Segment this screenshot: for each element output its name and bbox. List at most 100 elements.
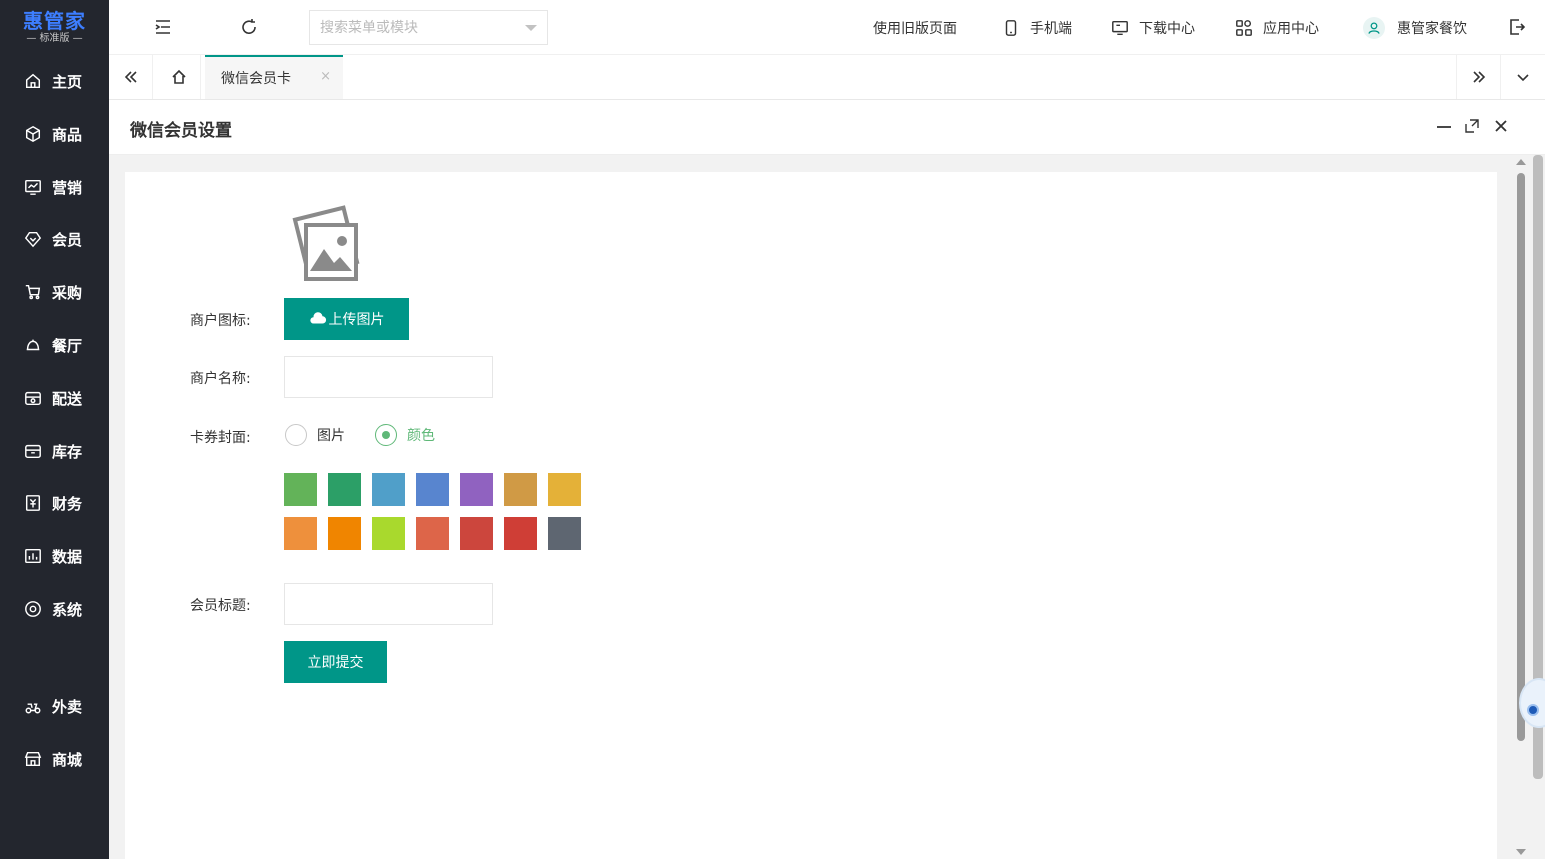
home-tab[interactable] bbox=[157, 55, 201, 99]
mobile-link[interactable]: 手机端 bbox=[1002, 0, 1072, 55]
shop-icon bbox=[24, 751, 42, 767]
color-swatch[interactable] bbox=[548, 517, 581, 550]
app-center-label: 应用中心 bbox=[1263, 20, 1319, 37]
menu-toggle-icon[interactable] bbox=[153, 17, 173, 37]
refresh-icon[interactable] bbox=[239, 17, 259, 37]
color-swatch[interactable] bbox=[460, 517, 493, 550]
sidebar-item-label: 系统 bbox=[52, 600, 83, 619]
upload-image-button[interactable]: 上传图片 bbox=[284, 298, 409, 340]
tabs-bar: 微信会员卡 × bbox=[109, 55, 1545, 100]
sidebar-item-members[interactable]: 会员 bbox=[0, 215, 109, 263]
tabs-scroll-left[interactable] bbox=[109, 55, 153, 99]
cloud-upload-icon bbox=[309, 312, 326, 324]
sidebar-item-label: 营销 bbox=[52, 178, 83, 197]
sidebar-item-delivery[interactable]: 配送 bbox=[0, 374, 109, 422]
old-version-label: 使用旧版页面 bbox=[873, 20, 957, 37]
sidebar-item-products[interactable]: 商品 bbox=[0, 110, 109, 158]
merchant-icon-label: 商户图标: bbox=[190, 313, 251, 329]
sidebar-item-system[interactable]: 系统 bbox=[0, 585, 109, 633]
logo-edition: — 标准版 — bbox=[26, 32, 83, 44]
cube-icon bbox=[25, 125, 41, 143]
member-title-label: 会员标题: bbox=[190, 598, 251, 614]
color-swatch[interactable] bbox=[416, 473, 449, 506]
member-title-input[interactable] bbox=[284, 583, 493, 625]
panel-header: 微信会员设置 bbox=[109, 100, 1545, 155]
cover-option-color[interactable]: 颜色 bbox=[375, 424, 435, 446]
page-scrollbar[interactable] bbox=[1531, 155, 1545, 859]
color-swatch[interactable] bbox=[416, 517, 449, 550]
sidebar-item-inventory[interactable]: 库存 bbox=[0, 427, 109, 475]
color-swatch[interactable] bbox=[460, 473, 493, 506]
download-center-label: 下载中心 bbox=[1139, 20, 1195, 37]
color-swatch[interactable] bbox=[504, 517, 537, 550]
minimize-icon[interactable] bbox=[1435, 117, 1453, 135]
sidebar-item-data[interactable]: 数据 bbox=[0, 532, 109, 580]
scroll-thumb[interactable] bbox=[1517, 173, 1525, 741]
color-swatch[interactable] bbox=[372, 517, 405, 550]
sidebar-item-finance[interactable]: 财务 bbox=[0, 479, 109, 527]
robot-eye bbox=[1527, 704, 1539, 716]
sidebar-item-label: 餐厅 bbox=[52, 336, 83, 355]
radio-circle bbox=[375, 424, 397, 446]
download-center-link[interactable]: 下载中心 bbox=[1111, 0, 1195, 55]
cover-label: 卡券封面: bbox=[190, 430, 251, 446]
sidebar: 惠管家 — 标准版 — 主页 商品 营销 会员 采购 餐厅 配送 库存 财务 数… bbox=[0, 0, 109, 859]
search-input[interactable] bbox=[310, 11, 510, 44]
sidebar-item-takeout[interactable]: 外卖 bbox=[0, 682, 109, 730]
double-chevron-left-icon bbox=[124, 71, 137, 83]
top-header: 使用旧版页面 手机端 下载中心 应用中心 惠管家餐饮 bbox=[109, 0, 1545, 55]
radio-circle bbox=[285, 424, 307, 446]
color-swatch[interactable] bbox=[328, 517, 361, 550]
sidebar-item-label: 商品 bbox=[52, 125, 83, 144]
submit-button[interactable]: 立即提交 bbox=[284, 641, 387, 683]
sidebar-item-label: 商城 bbox=[52, 750, 83, 769]
double-chevron-right-icon bbox=[1472, 71, 1485, 83]
chart-icon bbox=[25, 179, 41, 195]
mobile-label: 手机端 bbox=[1030, 20, 1072, 37]
color-swatch[interactable] bbox=[284, 473, 317, 506]
color-swatch[interactable] bbox=[504, 473, 537, 506]
sidebar-item-label: 库存 bbox=[52, 442, 83, 461]
app-center-link[interactable]: 应用中心 bbox=[1235, 0, 1319, 55]
phone-icon bbox=[1005, 19, 1017, 36]
scroll-up-arrow[interactable] bbox=[1516, 159, 1526, 165]
cover-option-image[interactable]: 图片 bbox=[285, 424, 345, 446]
merchant-name-label: 商户名称: bbox=[190, 371, 251, 387]
inner-scrollbar[interactable] bbox=[1513, 155, 1529, 859]
monitor-icon bbox=[1112, 20, 1128, 35]
tabs-dropdown[interactable] bbox=[1500, 55, 1544, 99]
sidebar-item-restaurant[interactable]: 餐厅 bbox=[0, 321, 109, 369]
tab-wechat-member-card[interactable]: 微信会员卡 × bbox=[205, 55, 343, 99]
sidebar-item-label: 采购 bbox=[52, 283, 83, 302]
close-icon[interactable]: × bbox=[320, 69, 331, 84]
image-placeholder-icon bbox=[292, 205, 360, 281]
avatar bbox=[1363, 16, 1385, 39]
sidebar-item-mall[interactable]: 商城 bbox=[0, 735, 109, 783]
apps-grid-icon bbox=[1236, 19, 1252, 36]
sidebar-item-label: 财务 bbox=[52, 494, 83, 513]
tabs-scroll-right[interactable] bbox=[1456, 55, 1500, 99]
merchant-name-input[interactable] bbox=[284, 356, 493, 398]
sidebar-item-label: 外卖 bbox=[52, 697, 83, 716]
chevron-down-icon[interactable] bbox=[525, 25, 537, 31]
scroll-down-arrow[interactable] bbox=[1516, 849, 1526, 855]
chevron-down-icon bbox=[1516, 74, 1529, 82]
sidebar-item-label: 数据 bbox=[52, 547, 83, 566]
color-swatch[interactable] bbox=[372, 473, 405, 506]
close-icon[interactable] bbox=[1492, 117, 1510, 135]
logout-icon[interactable] bbox=[1507, 17, 1527, 37]
sidebar-item-marketing[interactable]: 营销 bbox=[0, 163, 109, 211]
sidebar-item-home[interactable]: 主页 bbox=[0, 57, 109, 105]
menu-search[interactable] bbox=[309, 10, 548, 45]
store-icon bbox=[25, 391, 41, 406]
color-swatch[interactable] bbox=[328, 473, 361, 506]
yen-icon bbox=[25, 495, 41, 511]
sidebar-item-purchase[interactable]: 采购 bbox=[0, 268, 109, 316]
old-version-link[interactable]: 使用旧版页面 bbox=[873, 0, 957, 55]
color-swatch[interactable] bbox=[284, 517, 317, 550]
color-swatch[interactable] bbox=[548, 473, 581, 506]
user-menu[interactable]: 惠管家餐饮 bbox=[1363, 0, 1467, 55]
logo: 惠管家 — 标准版 — bbox=[0, 0, 109, 55]
maximize-icon[interactable] bbox=[1463, 117, 1481, 135]
radio-label: 图片 bbox=[317, 428, 345, 444]
